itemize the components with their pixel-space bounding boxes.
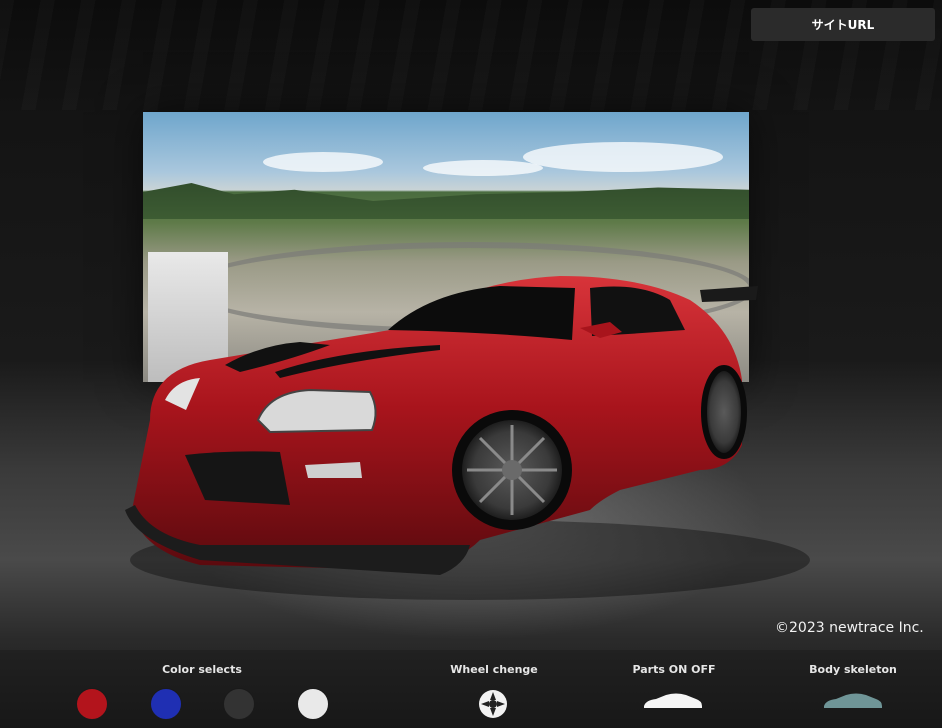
color-swatch-white[interactable] bbox=[297, 688, 329, 720]
copyright-text: ©2023 newtrace Inc. bbox=[775, 620, 924, 636]
color-swatch-black[interactable] bbox=[223, 688, 255, 720]
control-bar bbox=[0, 650, 942, 728]
wheel-icon[interactable] bbox=[477, 688, 509, 720]
color-swatch-blue[interactable] bbox=[150, 688, 182, 720]
parts-toggle-label: Parts ON OFF bbox=[632, 663, 716, 676]
color-selects-label: Color selects bbox=[162, 663, 242, 676]
car-silhouette-icon[interactable] bbox=[642, 690, 704, 712]
body-skeleton-label: Body skeleton bbox=[809, 663, 897, 676]
sports-car-model[interactable] bbox=[0, 0, 942, 728]
color-swatch-red[interactable] bbox=[76, 688, 108, 720]
showroom-scene bbox=[0, 0, 942, 728]
car-skeleton-icon[interactable] bbox=[822, 690, 884, 712]
site-url-button[interactable]: サイトURL bbox=[751, 8, 935, 41]
wheel-change-label: Wheel chenge bbox=[450, 663, 538, 676]
